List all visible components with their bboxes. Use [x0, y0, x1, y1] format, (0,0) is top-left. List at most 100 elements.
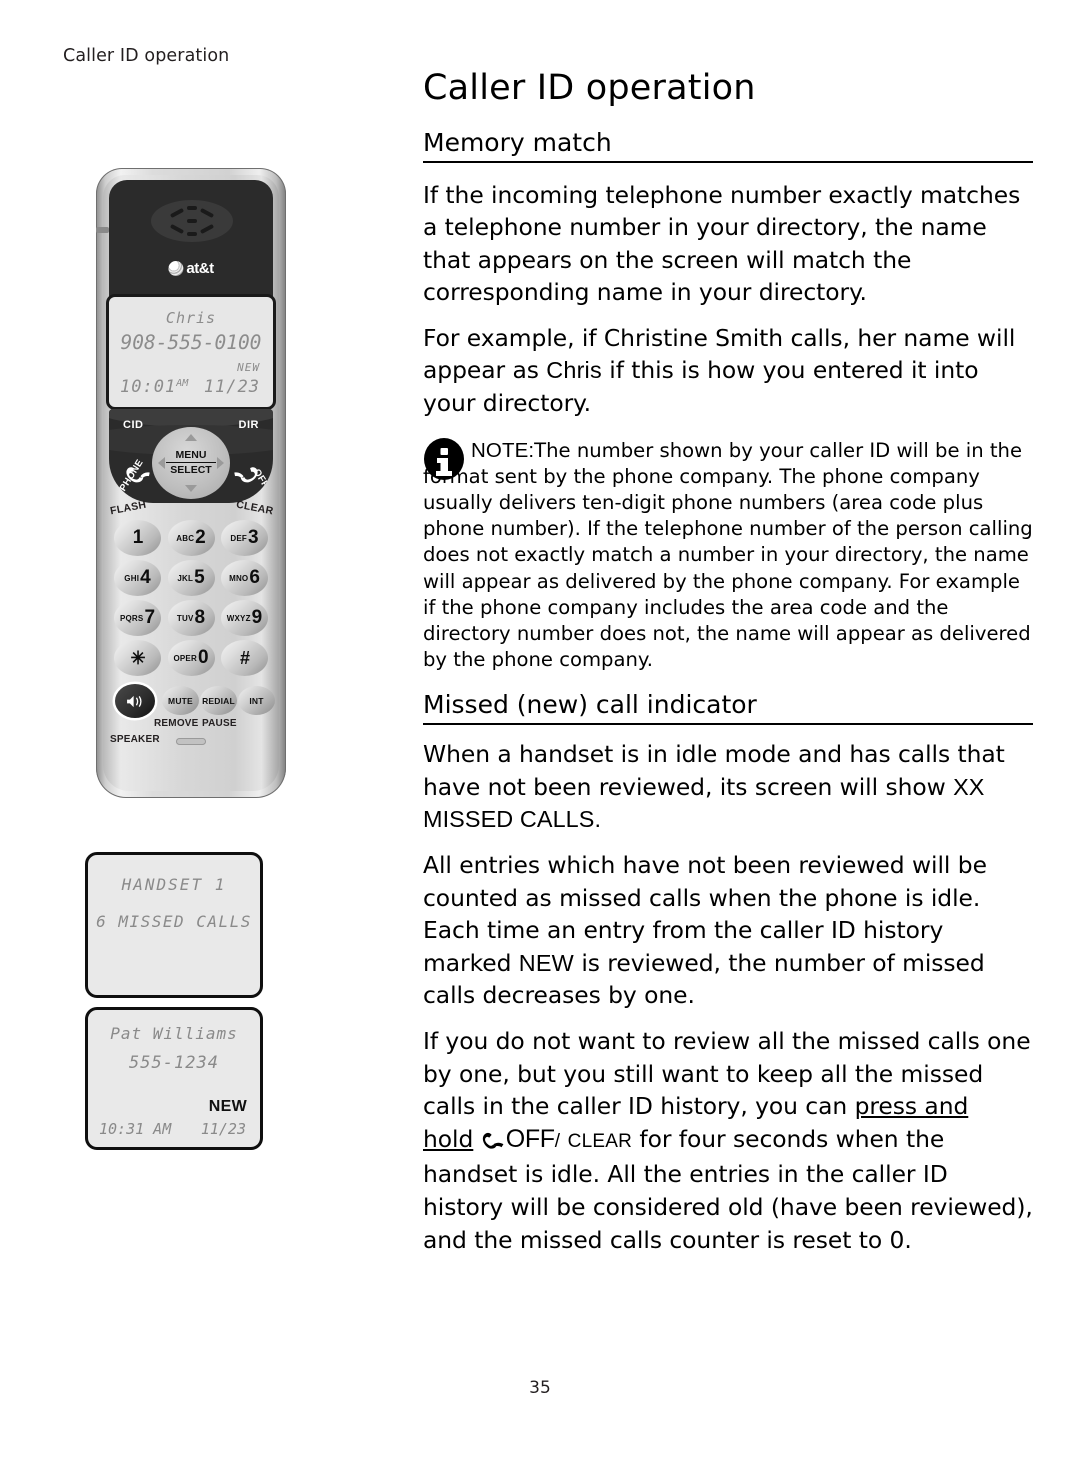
lcd-new-indicator: NEW: [237, 361, 260, 374]
key-8[interactable]: TUV 8: [167, 600, 215, 636]
lcd-caller-name: Chris: [165, 309, 217, 327]
earpiece-speaker-icon: [151, 200, 233, 242]
speaker-label: SPEAKER: [110, 734, 160, 745]
lcd-figure-caller-name: Pat Williams: [110, 1024, 238, 1043]
menu-select-label: MENU SELECT: [152, 449, 230, 477]
clear-key-label: CLEAR: [567, 1130, 633, 1152]
lcd-figure-new-badge: NEW: [208, 1098, 247, 1115]
phone-control-face: CID DIR MENU SELECT PHONE OFF: [109, 409, 273, 503]
microphone-icon: [176, 738, 206, 745]
lcd-figure-caller-entry: Pat Williams 555-1234 NEW 10:31 AM 11/23: [85, 1007, 263, 1150]
key-digit: ✳: [130, 647, 146, 668]
key-digit: 2: [195, 527, 206, 548]
key-digit: 3: [248, 527, 259, 548]
keypad-row: GHI 4 JKL 5 MNO 6: [114, 560, 268, 596]
key-letters: OPER: [173, 653, 197, 663]
function-key-row: MUTE REDIAL INT REMOVE PAUSE SPEAKER: [110, 684, 275, 745]
lcd-figure-line-2: 6 MISSED CALLS: [96, 912, 252, 931]
key-letters: ABC: [176, 533, 195, 543]
off-key-label: OFF: [505, 1124, 555, 1153]
key-digit: 6: [249, 567, 260, 588]
note-paragraph: NOTE:The number shown by your caller ID …: [423, 438, 1033, 674]
key-digit: 5: [194, 567, 205, 588]
keypad-row: ✳ OPER 0 #: [114, 640, 268, 676]
redial-button[interactable]: REDIAL: [200, 686, 237, 715]
key-3[interactable]: DEF 3: [221, 520, 268, 556]
intercom-button[interactable]: INT: [238, 686, 275, 715]
key-pound[interactable]: #: [221, 640, 268, 676]
main-content-column: Caller ID operation Memory match If the …: [423, 70, 1033, 1256]
lcd-figure-caller-number: 555-1234: [129, 1053, 219, 1073]
lcd-word-chris: Chris: [546, 357, 602, 384]
key-letters: JKL: [177, 573, 194, 583]
key-letters: TUV: [176, 613, 194, 623]
lcd-ampm: AM: [176, 378, 189, 389]
lcd-time: 10:01AM: [120, 377, 189, 397]
key-digit: 4: [140, 567, 151, 588]
key-star[interactable]: ✳: [114, 640, 161, 676]
key-digit: 0: [197, 647, 209, 668]
section-heading-memory-match: Memory match: [423, 128, 1033, 163]
key-7[interactable]: PQRS 7: [114, 600, 161, 636]
page-title: Caller ID operation: [423, 68, 756, 108]
running-head: Caller ID operation: [63, 46, 230, 66]
select-label: SELECT: [166, 462, 216, 477]
key-letters: GHI: [124, 573, 140, 583]
nav-up-arrow-icon[interactable]: [185, 434, 197, 441]
key-9[interactable]: WXYZ 9: [221, 600, 268, 636]
key-digit: 7: [144, 607, 156, 628]
menu-label: MENU: [175, 449, 207, 461]
keypad: 1 ABC 2 DEF 3 GHI 4 JKL 5 MNO 6 PQRS 7 TUV 8 WX…: [114, 520, 268, 680]
text-run: When a handset is in idle mode and has c…: [423, 740, 1005, 801]
key-letters: DEF: [230, 533, 248, 543]
key-4[interactable]: GHI 4: [114, 560, 161, 596]
section-heading-missed-call: Missed (new) call indicator: [423, 691, 1033, 726]
paragraph-missed-call-2: All entries which have not been reviewed…: [423, 849, 1033, 1012]
phone-top-face: [109, 180, 273, 302]
lcd-date: 11/23: [203, 377, 260, 397]
key-digit: #: [239, 647, 250, 668]
key-5[interactable]: JKL 5: [167, 560, 215, 596]
dir-button-label[interactable]: DIR: [239, 419, 259, 431]
key-2[interactable]: ABC 2: [167, 520, 215, 556]
key-letters: PQRS: [119, 613, 144, 623]
lcd-caller-number: 908-555-0100: [120, 331, 262, 354]
paragraph-memory-match-2: For example, if Christine Smith calls, h…: [423, 322, 1033, 420]
key-letters: WXYZ: [226, 613, 251, 623]
speaker-icon: [126, 695, 142, 707]
phone-handset-illustration: at&t Chris 908-555-0100 NEW 10:01AM 11/2…: [96, 168, 286, 798]
mute-button[interactable]: MUTE: [162, 686, 199, 715]
note-label: NOTE:: [471, 438, 535, 462]
keypad-row: 1 ABC 2 DEF 3: [114, 520, 268, 556]
side-button: [96, 227, 109, 233]
key-6[interactable]: MNO 6: [221, 560, 268, 596]
pause-label: PAUSE: [202, 718, 237, 729]
keypad-row: PQRS 7 TUV 8 WXYZ 9: [114, 600, 268, 636]
speaker-button[interactable]: [115, 684, 155, 718]
page-number: 35: [529, 1378, 551, 1398]
key-digit: 9: [251, 607, 263, 628]
lcd-figure-time: 10:31 AM: [99, 1120, 172, 1138]
att-globe-icon: [168, 261, 184, 276]
key-0[interactable]: OPER 0: [167, 640, 215, 676]
key-digit: 8: [194, 607, 206, 628]
paragraph-missed-call-1: When a handset is in idle mode and has c…: [423, 738, 1033, 836]
cid-button-label[interactable]: CID: [123, 419, 143, 431]
lcd-figure-line-1: HANDSET 1: [121, 875, 227, 894]
handset-lcd-screen: Chris 908-555-0100 NEW 10:01AM 11/23: [106, 294, 276, 410]
lcd-figure-date: 11/23: [200, 1120, 246, 1138]
nav-down-arrow-icon[interactable]: [185, 485, 197, 492]
navigation-pad[interactable]: MENU SELECT: [152, 427, 230, 499]
note-block: NOTE:The number shown by your caller ID …: [423, 437, 1033, 674]
att-wordmark: at&t: [186, 260, 214, 277]
paragraph-memory-match-1: If the incoming telephone number exactly…: [423, 180, 1021, 307]
paragraph-missed-call-3: If you do not want to review all the mis…: [423, 1025, 1033, 1256]
key-1[interactable]: 1: [114, 520, 161, 556]
remove-label: REMOVE: [154, 718, 199, 729]
new-label: NEW: [518, 949, 574, 976]
hangup-phone-icon: [481, 1130, 505, 1150]
note-body: The number shown by your caller ID will …: [423, 438, 1033, 672]
lcd-figure-missed-calls: HANDSET 1 6 MISSED CALLS: [85, 852, 263, 998]
key-letters: MNO: [229, 573, 249, 583]
key-digit: 1: [132, 527, 144, 548]
